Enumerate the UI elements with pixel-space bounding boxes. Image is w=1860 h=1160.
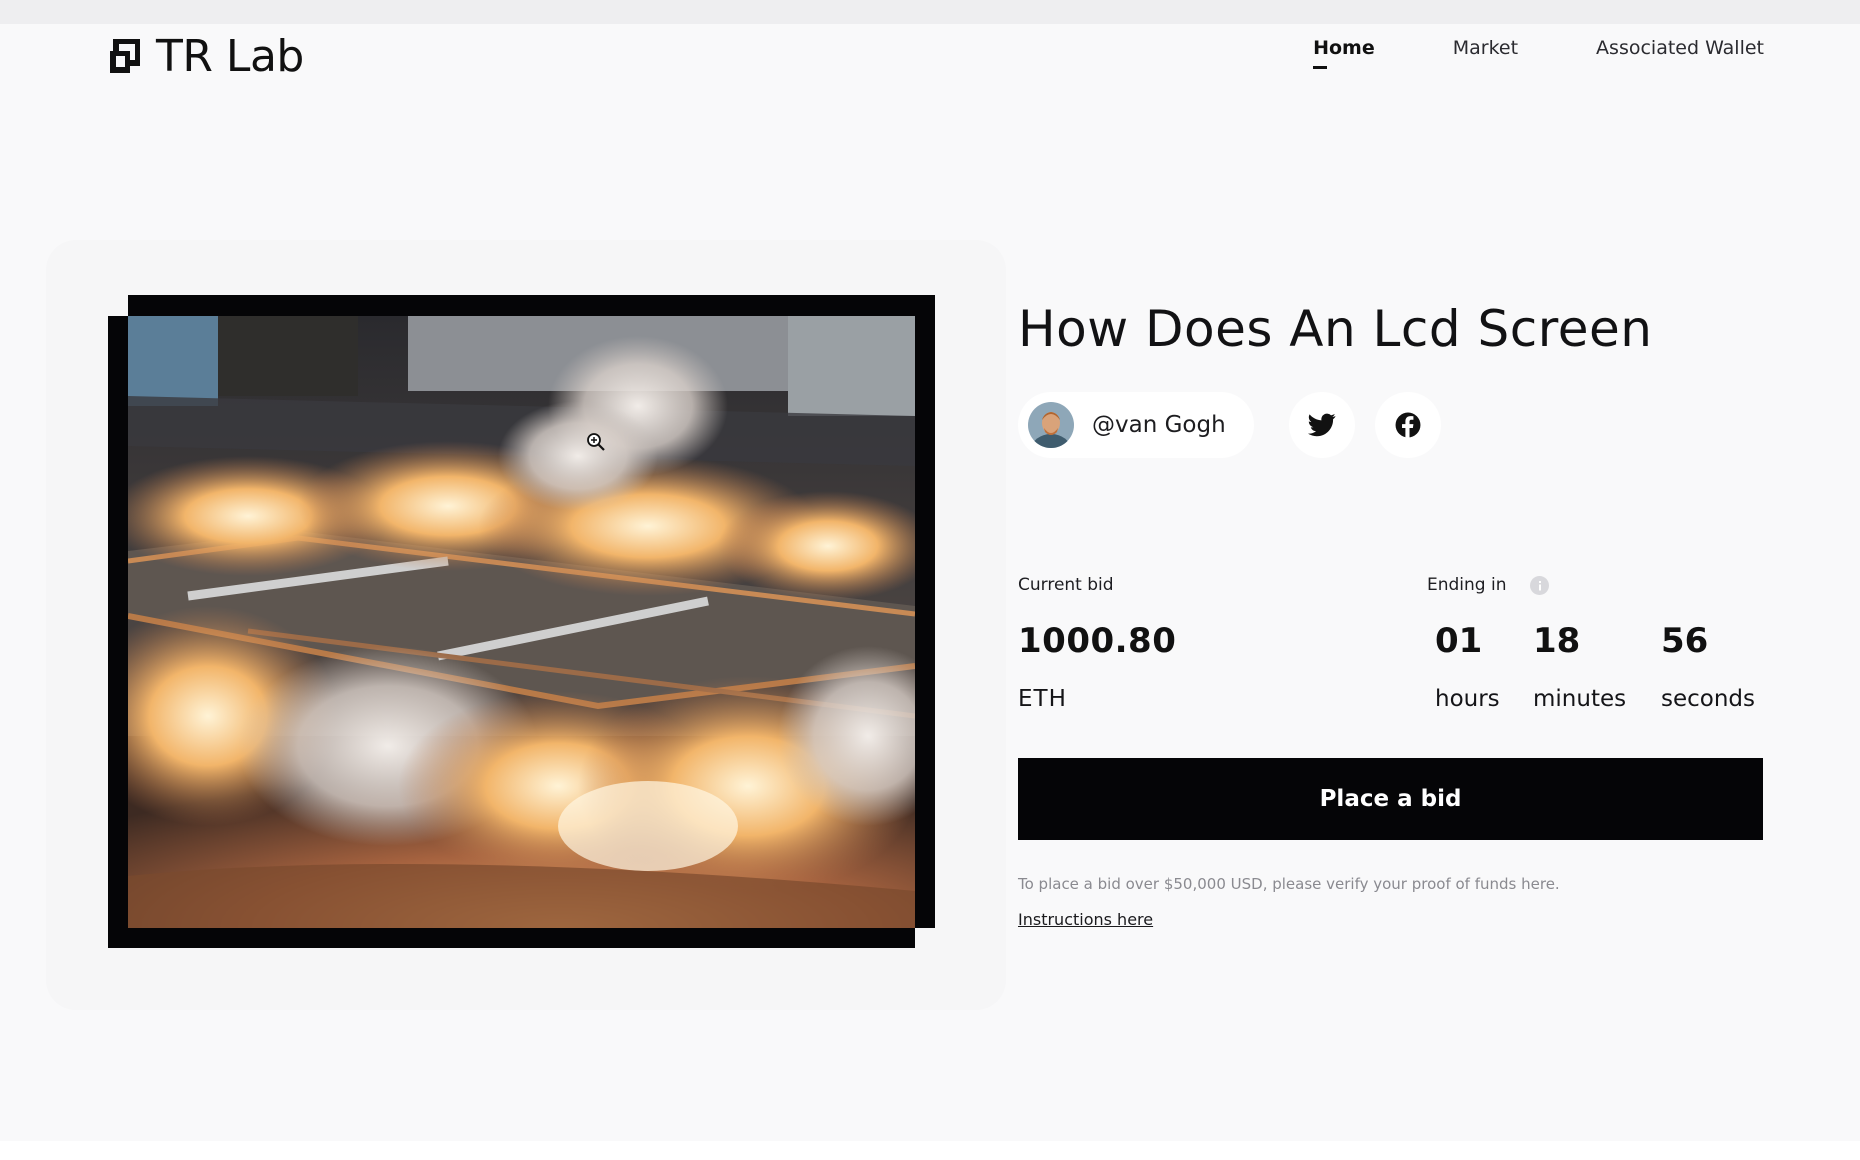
logo[interactable]: TR Lab [108, 32, 304, 82]
nav-associated-wallet[interactable]: Associated Wallet [1596, 37, 1764, 59]
creator-handle: @van Gogh [1092, 412, 1226, 438]
logo-text: TR Lab [156, 31, 304, 82]
zoom-in-icon [586, 432, 606, 452]
current-bid-label: Current bid [1018, 575, 1114, 595]
info-icon[interactable] [1530, 576, 1549, 595]
proof-of-funds-note: To place a bid over $50,000 USD, please … [1018, 875, 1560, 893]
browser-top-strip [0, 0, 1860, 24]
countdown-seconds-value: 56 [1661, 621, 1709, 661]
twitter-share-button[interactable] [1289, 392, 1355, 458]
main-nav: Home Market Associated Wallet [1313, 37, 1764, 69]
nav-home[interactable]: Home [1313, 37, 1375, 69]
countdown-minutes-value: 18 [1533, 621, 1581, 661]
artwork-title: How Does An Lcd Screen [1018, 300, 1653, 358]
creator-chip[interactable]: @van Gogh [1018, 392, 1254, 458]
avatar [1028, 402, 1074, 448]
artwork-image[interactable] [128, 316, 915, 928]
facebook-icon [1395, 412, 1421, 438]
countdown-seconds-label: seconds [1661, 686, 1756, 712]
place-bid-button[interactable]: Place a bid [1018, 758, 1763, 840]
nav-market[interactable]: Market [1453, 37, 1518, 59]
current-bid-amount: 1000.80 [1018, 621, 1177, 661]
twitter-icon [1308, 413, 1336, 437]
countdown-hours-value: 01 [1435, 621, 1483, 661]
countdown-hours-label: hours [1435, 686, 1500, 712]
instructions-link[interactable]: Instructions here [1018, 910, 1153, 929]
facebook-share-button[interactable] [1375, 392, 1441, 458]
logo-mark-icon [108, 38, 141, 75]
browser-bottom-strip [0, 1141, 1860, 1160]
current-bid-currency: ETH [1018, 686, 1067, 712]
countdown-minutes-label: minutes [1533, 686, 1627, 712]
ending-in-label: Ending in [1427, 575, 1507, 595]
